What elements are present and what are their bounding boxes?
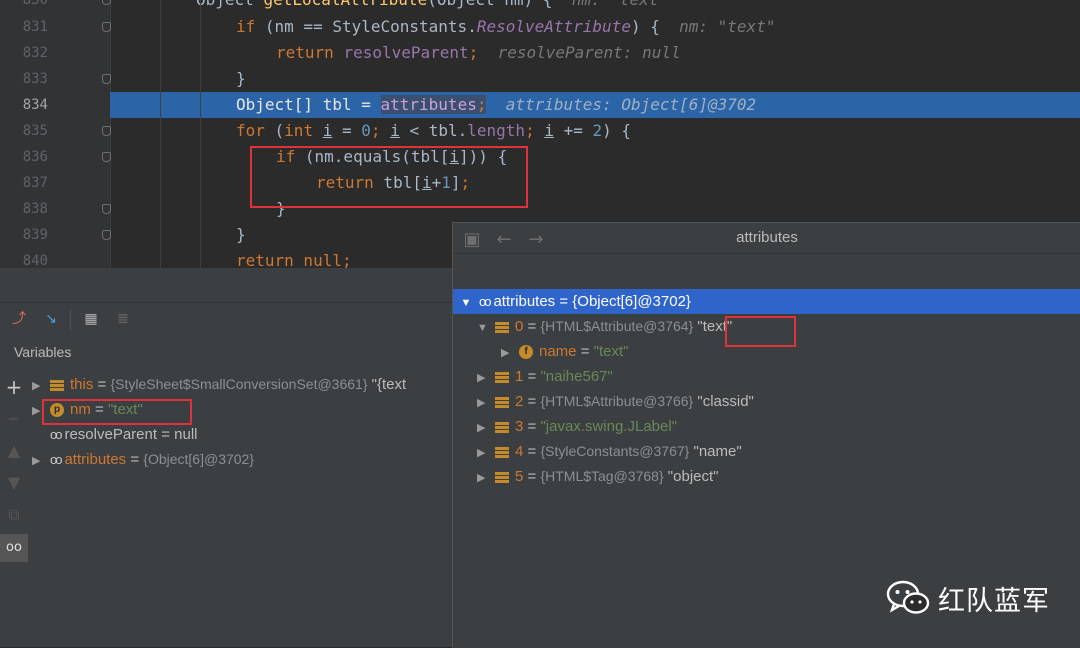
code-line-830[interactable]: 830 Object getLocalAttribute(Object nm) … <box>0 0 1080 13</box>
variables-heading: Variables <box>14 344 72 360</box>
watch-icon: oo <box>479 294 492 309</box>
variable-row[interactable]: ▶ oo attributes = {Object[6]@3702} <box>32 447 254 472</box>
code-text: return resolveParent; resolveParent: nul… <box>276 43 681 62</box>
array-element-icon <box>495 471 509 483</box>
tree-row[interactable]: ▶ 2 = {HTML$Attribute@3766} "classid" <box>477 389 754 414</box>
code-line-835[interactable]: 835 for (int i = 0; i < tbl.length; i +=… <box>0 118 1080 144</box>
table-icon[interactable]: ▦ <box>80 308 102 330</box>
expand-arrow-icon[interactable]: ▶ <box>477 366 495 391</box>
folder-icon[interactable]: ▣ <box>461 229 483 251</box>
fold-icon[interactable] <box>102 204 111 214</box>
copy-icon[interactable]: ⧉ <box>0 501 28 529</box>
variable-row[interactable]: oo resolveParent = null <box>32 422 198 447</box>
step-into-icon[interactable]: ↘ <box>40 308 62 330</box>
tree-row[interactable]: ▶ 4 = {StyleConstants@3767} "name" <box>477 439 742 464</box>
code-text: for (int i = 0; i < tbl.length; i += 2) … <box>236 121 632 140</box>
line-number: 839 <box>22 227 48 243</box>
highlight-box-nm <box>42 399 192 425</box>
collapse-arrow-icon[interactable]: ▼ <box>477 316 495 341</box>
watch-icon: oo <box>50 427 63 442</box>
tree-row[interactable]: ▶ 1 = "naihe567" <box>477 364 613 389</box>
expand-arrow-icon[interactable]: ▶ <box>501 341 519 366</box>
array-element-icon <box>495 421 509 433</box>
code-line-833[interactable]: 833 } <box>0 66 1080 92</box>
line-number: 831 <box>22 19 48 35</box>
code-text: return null; <box>236 251 352 268</box>
remove-watch-icon[interactable]: − <box>0 405 28 433</box>
line-number: 833 <box>22 71 48 87</box>
debug-tabs-bar <box>0 268 452 303</box>
code-line-836[interactable]: 836 if (nm.equals(tbl[i])) { <box>0 144 1080 170</box>
tree-row[interactable]: ▶ 5 = {HTML$Tag@3768} "object" <box>477 464 718 489</box>
columns-icon[interactable]: ≣ <box>112 308 134 330</box>
fold-icon[interactable] <box>102 152 111 162</box>
array-element-icon <box>495 396 509 408</box>
field-icon: f <box>519 345 533 360</box>
code-text: } <box>236 225 246 244</box>
watches-toggle-icon[interactable]: oo <box>0 534 28 562</box>
watermark: 红队蓝军 <box>886 578 1050 618</box>
line-number: 840 <box>22 253 48 268</box>
indent-guide <box>160 0 161 268</box>
move-up-icon[interactable]: ▲ <box>0 437 28 465</box>
expand-arrow-icon[interactable]: ▶ <box>477 466 495 491</box>
indent-guide <box>200 0 201 268</box>
tree-row[interactable]: ▼ 0 = {HTML$Attribute@3764} "text" <box>477 314 732 339</box>
tree-row[interactable]: ▶ f name = "text" <box>501 339 628 364</box>
tree-root-row[interactable]: ▼ oo attributes = {Object[6]@3702} <box>453 289 1080 314</box>
array-element-icon <box>495 446 509 458</box>
code-text: Object getLocalAttribute(Object nm) { nm… <box>196 0 668 13</box>
code-line-838[interactable]: 838 } <box>0 196 1080 222</box>
watermark-text: 红队蓝军 <box>938 585 1050 617</box>
fold-icon[interactable] <box>102 126 111 136</box>
back-arrow-icon[interactable]: ← <box>493 229 515 251</box>
code-line-834[interactable]: 834 Object[] tbl = attributes; attribute… <box>0 92 1080 118</box>
highlight-box-return-value <box>250 146 528 208</box>
code-text: if (nm == StyleConstants.ResolveAttribut… <box>236 17 776 36</box>
add-watch-icon[interactable]: + <box>0 373 28 401</box>
collapse-arrow-icon[interactable]: ▼ <box>453 291 479 316</box>
line-number: 834 <box>22 97 48 113</box>
fold-icon[interactable] <box>102 74 111 84</box>
code-line-837[interactable]: 837 return tbl[i+1]; <box>0 170 1080 196</box>
expand-arrow-icon[interactable]: ▶ <box>477 391 495 416</box>
expand-arrow-icon[interactable]: ▶ <box>477 441 495 466</box>
move-down-icon[interactable]: ▼ <box>0 469 28 497</box>
code-text: Object[] tbl = attributes; attributes: O… <box>236 95 757 114</box>
popup-title: attributes <box>453 223 1080 254</box>
expand-arrow-icon[interactable]: ▶ <box>32 449 50 474</box>
highlight-box-text-value <box>725 316 796 347</box>
fold-icon[interactable] <box>102 230 111 240</box>
debug-panel: ⤴ ↘ ▦ ≣ Variables + − ▲ ▼ ⧉ oo ▶ this = {… <box>0 268 452 647</box>
line-number: 837 <box>22 175 48 191</box>
line-number: 832 <box>22 45 48 61</box>
wechat-icon <box>886 580 930 616</box>
array-element-icon <box>495 321 509 333</box>
toolbar-separator <box>70 310 71 330</box>
array-element-icon <box>495 371 509 383</box>
expand-arrow-icon[interactable]: ▶ <box>32 374 50 399</box>
fold-icon[interactable] <box>102 0 111 5</box>
forward-arrow-icon[interactable]: → <box>525 229 547 251</box>
code-text: } <box>236 69 246 88</box>
watch-icon: oo <box>50 452 63 467</box>
line-number: 830 <box>22 0 48 8</box>
line-number: 838 <box>22 201 48 217</box>
fold-icon[interactable] <box>102 22 111 32</box>
line-number: 835 <box>22 123 48 139</box>
restore-layout-icon[interactable]: ⤴ <box>8 308 30 330</box>
code-line-831[interactable]: 831 if (nm == StyleConstants.ResolveAttr… <box>0 14 1080 40</box>
code-line-832[interactable]: 832 return resolveParent; resolveParent:… <box>0 40 1080 66</box>
variable-row[interactable]: ▶ this = {StyleSheet$SmallConversionSet@3… <box>32 372 406 397</box>
expand-arrow-icon[interactable]: ▶ <box>477 416 495 441</box>
line-number: 836 <box>22 149 48 165</box>
tree-row[interactable]: ▶ 3 = "javax.swing.JLabel" <box>477 414 677 439</box>
field-icon <box>50 379 64 391</box>
